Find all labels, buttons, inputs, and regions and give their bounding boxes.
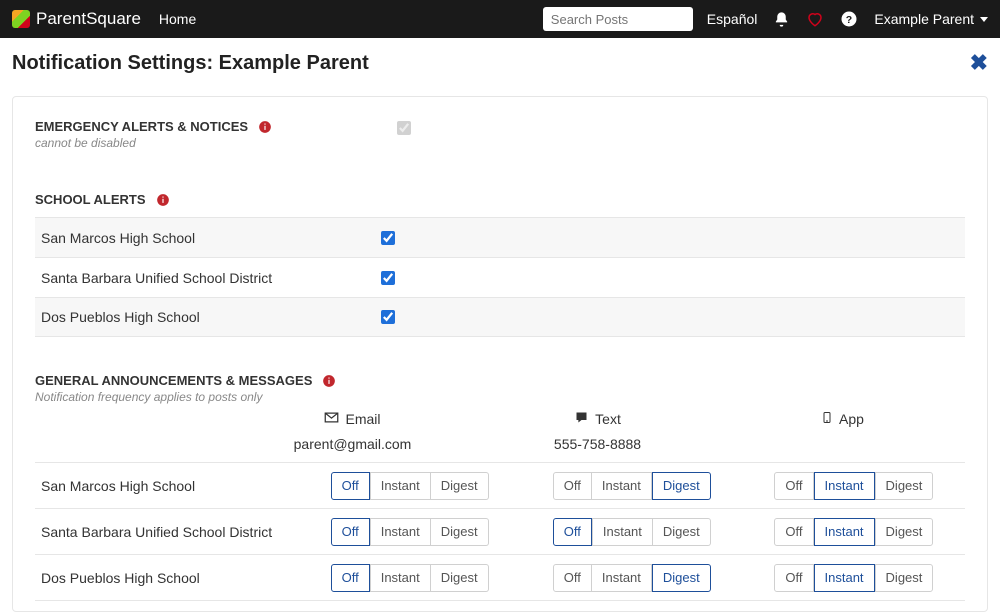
school-alert-checkbox[interactable]: [381, 231, 395, 245]
frequency-segmented-control: OffInstantDigest: [553, 518, 711, 546]
frequency-option-off[interactable]: Off: [774, 564, 813, 592]
channel-contact-value: parent@gmail.com: [230, 436, 475, 452]
frequency-option-instant[interactable]: Instant: [370, 472, 431, 500]
general-heading: GENERAL ANNOUNCEMENTS & MESSAGES: [35, 373, 312, 388]
close-icon[interactable]: ✖: [970, 50, 988, 76]
nav-home-link[interactable]: Home: [159, 11, 196, 27]
frequency-segmented-control: OffInstantDigest: [331, 518, 489, 546]
frequency-option-off[interactable]: Off: [774, 518, 813, 546]
text-icon: [574, 410, 589, 428]
frequency-option-digest[interactable]: Digest: [875, 564, 934, 592]
frequency-option-digest[interactable]: Digest: [652, 472, 711, 500]
email-icon: [324, 410, 339, 428]
table-row: San Marcos High SchoolOffInstantDigestOf…: [35, 463, 965, 509]
info-icon[interactable]: [258, 120, 272, 134]
frequency-option-digest[interactable]: Digest: [875, 518, 934, 546]
school-alert-checkbox[interactable]: [381, 310, 395, 324]
frequency-segmented-control: OffInstantDigest: [774, 518, 933, 546]
brand-name[interactable]: ParentSquare: [36, 9, 141, 29]
frequency-option-off[interactable]: Off: [553, 472, 592, 500]
channel-contact-value: 555-758-8888: [475, 436, 720, 452]
school-alerts-heading: SCHOOL ALERTS: [35, 192, 146, 207]
info-icon[interactable]: [322, 374, 336, 388]
frequency-option-off[interactable]: Off: [774, 472, 813, 500]
frequency-option-off[interactable]: Off: [331, 472, 370, 500]
frequency-option-digest[interactable]: Digest: [875, 472, 934, 500]
channel-header: Text: [475, 410, 720, 428]
frequency-option-instant[interactable]: Instant: [592, 472, 652, 500]
app-icon: [821, 410, 833, 428]
table-row: Dos Pueblos High SchoolOffInstantDigestO…: [35, 555, 965, 601]
frequency-option-off[interactable]: Off: [553, 518, 592, 546]
channel-contact-value: [720, 436, 965, 452]
general-sub: Notification frequency applies to posts …: [35, 390, 965, 404]
emergency-section: EMERGENCY ALERTS & NOTICES cannot be dis…: [35, 119, 965, 150]
table-row: Santa Barbara Unified School District Off…: [35, 509, 965, 555]
school-name-label: San Marcos High School: [35, 230, 381, 246]
frequency-option-instant[interactable]: Instant: [370, 518, 431, 546]
frequency-option-digest[interactable]: Digest: [431, 564, 489, 592]
table-row: San Marcos High School: [35, 217, 965, 257]
channel-label: Text: [595, 411, 621, 427]
settings-panel: EMERGENCY ALERTS & NOTICES cannot be dis…: [12, 96, 988, 612]
language-toggle[interactable]: Español: [707, 11, 758, 27]
frequency-option-instant[interactable]: Instant: [370, 564, 431, 592]
channel-header: Email: [230, 410, 475, 428]
school-alerts-table: San Marcos High School Santa Barbara Unif…: [35, 217, 965, 337]
frequency-option-instant[interactable]: Instant: [814, 564, 875, 592]
frequency-segmented-control: OffInstantDigest: [774, 472, 933, 500]
search-input[interactable]: [543, 7, 693, 31]
frequency-segmented-control: OffInstantDigest: [774, 564, 933, 592]
help-icon[interactable]: ?: [840, 10, 858, 28]
heart-icon[interactable]: [806, 10, 824, 28]
frequency-option-instant[interactable]: Instant: [592, 564, 652, 592]
emergency-sub: cannot be disabled: [35, 136, 272, 150]
user-menu[interactable]: Example Parent: [874, 11, 988, 27]
school-name-label: San Marcos High School: [35, 478, 299, 494]
school-name-label: Dos Pueblos High School: [35, 570, 299, 586]
svg-text:?: ?: [846, 14, 852, 26]
frequency-option-digest[interactable]: Digest: [652, 564, 711, 592]
table-row: Santa Barbara Unified School District: [35, 257, 965, 297]
frequency-option-instant[interactable]: Instant: [814, 472, 875, 500]
channel-header: App: [720, 410, 965, 428]
contact-row: parent@gmail.com555-758-8888: [35, 436, 965, 463]
caret-down-icon: [980, 17, 988, 22]
frequency-option-off[interactable]: Off: [331, 518, 370, 546]
frequency-segmented-control: OffInstantDigest: [553, 472, 711, 500]
channel-label: App: [839, 411, 864, 427]
frequency-option-digest[interactable]: Digest: [431, 472, 489, 500]
frequency-segmented-control: OffInstantDigest: [331, 472, 489, 500]
frequency-option-digest[interactable]: Digest: [431, 518, 489, 546]
page-title: Notification Settings: Example Parent: [12, 52, 369, 75]
info-icon[interactable]: [156, 193, 170, 207]
bell-icon[interactable]: [773, 11, 790, 28]
user-name-label: Example Parent: [874, 11, 974, 27]
channel-header-row: Email Text App: [35, 410, 965, 428]
frequency-option-instant[interactable]: Instant: [592, 518, 653, 546]
brand-logo-icon: [12, 10, 30, 28]
frequency-segmented-control: OffInstantDigest: [553, 564, 711, 592]
frequency-option-digest[interactable]: Digest: [653, 518, 711, 546]
school-name-label: Dos Pueblos High School: [35, 309, 381, 325]
navbar: ParentSquare Home Español ? Example Pare…: [0, 0, 1000, 38]
frequency-option-off[interactable]: Off: [331, 564, 370, 592]
emergency-checkbox: [397, 121, 411, 135]
school-name-label: Santa Barbara Unified School District: [35, 270, 381, 286]
frequency-option-off[interactable]: Off: [553, 564, 592, 592]
table-row: Dos Pueblos High School: [35, 297, 965, 337]
school-alert-checkbox[interactable]: [381, 271, 395, 285]
frequency-option-instant[interactable]: Instant: [814, 518, 875, 546]
title-bar: Notification Settings: Example Parent ✖: [0, 38, 1000, 76]
channel-label: Email: [345, 411, 380, 427]
emergency-heading: EMERGENCY ALERTS & NOTICES: [35, 119, 248, 134]
school-name-label: Santa Barbara Unified School District: [35, 524, 299, 540]
frequency-segmented-control: OffInstantDigest: [331, 564, 489, 592]
